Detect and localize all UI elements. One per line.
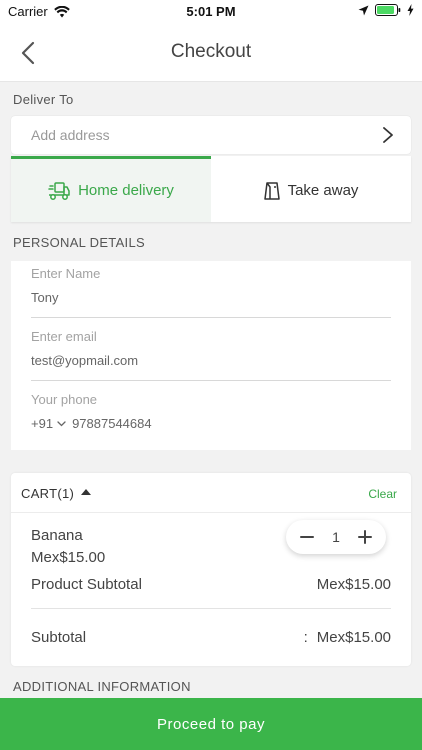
clear-cart-button[interactable]: Clear — [368, 487, 397, 501]
name-underline — [31, 317, 391, 318]
chevron-right-icon — [383, 127, 393, 143]
delivery-truck-icon — [48, 181, 70, 200]
personal-details-heading: PERSONAL DETAILS — [13, 235, 145, 250]
status-right — [358, 4, 414, 16]
email-value[interactable]: test@yopmail.com — [31, 353, 391, 368]
charging-icon — [407, 4, 414, 16]
subtotal-row: Subtotal : Mex$15.00 — [31, 629, 391, 646]
cart-divider — [31, 608, 391, 609]
chevron-down-icon[interactable] — [57, 420, 66, 427]
subtotal-amount: : Mex$15.00 — [304, 629, 391, 646]
additional-info-heading: ADDITIONAL INFORMATION — [13, 679, 191, 694]
product-subtotal-row: Product Subtotal Mex$15.00 — [31, 576, 391, 593]
deliver-to-label: Deliver To — [13, 92, 74, 107]
proceed-to-pay-button[interactable]: Proceed to pay — [0, 698, 422, 750]
cart-title: CART(1) — [21, 486, 75, 501]
caret-up-icon[interactable] — [81, 489, 91, 495]
subtotal-separator: : — [303, 629, 308, 646]
phone-label: Your phone — [31, 392, 98, 407]
name-value[interactable]: Tony — [31, 290, 391, 305]
navigation-bar: Checkout — [0, 22, 422, 82]
product-subtotal-value: Mex$15.00 — [316, 576, 391, 593]
name-label: Enter Name — [31, 266, 101, 281]
country-code-selector[interactable]: +91 — [31, 416, 53, 431]
cart-item-price: Mex$15.00 — [31, 549, 106, 566]
phone-field[interactable]: Your phone +91 97887544684 — [31, 392, 391, 431]
email-field[interactable]: Enter email test@yopmail.com — [31, 329, 391, 381]
cart-item-name: Banana — [31, 527, 83, 544]
delivery-mode-tabs: Home delivery Take away — [11, 156, 411, 222]
plus-icon[interactable] — [354, 526, 376, 548]
subtotal-value: Mex$15.00 — [316, 629, 391, 646]
location-arrow-icon — [358, 5, 369, 15]
tab-home-delivery[interactable]: Home delivery — [11, 156, 211, 222]
product-subtotal-label: Product Subtotal — [31, 576, 142, 593]
tab-take-away-label: Take away — [287, 182, 359, 199]
address-placeholder: Add address — [31, 127, 110, 143]
cart-card: CART(1) Clear Banana Mex$15.00 1 Product… — [11, 473, 411, 666]
tab-home-delivery-label: Home delivery — [78, 182, 174, 199]
cart-header[interactable]: CART(1) Clear — [11, 473, 411, 513]
quantity-stepper: 1 — [286, 520, 386, 554]
battery-icon — [375, 4, 401, 16]
email-label: Enter email — [31, 329, 97, 344]
address-field[interactable]: Add address — [11, 116, 411, 154]
status-bar: Carrier 5:01 PM — [0, 0, 422, 22]
subtotal-label: Subtotal — [31, 629, 87, 646]
phone-value[interactable]: 97887544684 — [72, 416, 152, 431]
tab-take-away[interactable]: Take away — [211, 156, 411, 222]
phone-row: +91 97887544684 — [31, 416, 391, 431]
page-title: Checkout — [170, 41, 252, 62]
email-underline — [31, 380, 391, 381]
takeaway-bag-icon — [263, 181, 280, 200]
name-field[interactable]: Enter Name Tony — [31, 266, 391, 318]
personal-details-card: Enter Name Tony Enter email test@yopmail… — [11, 261, 411, 450]
